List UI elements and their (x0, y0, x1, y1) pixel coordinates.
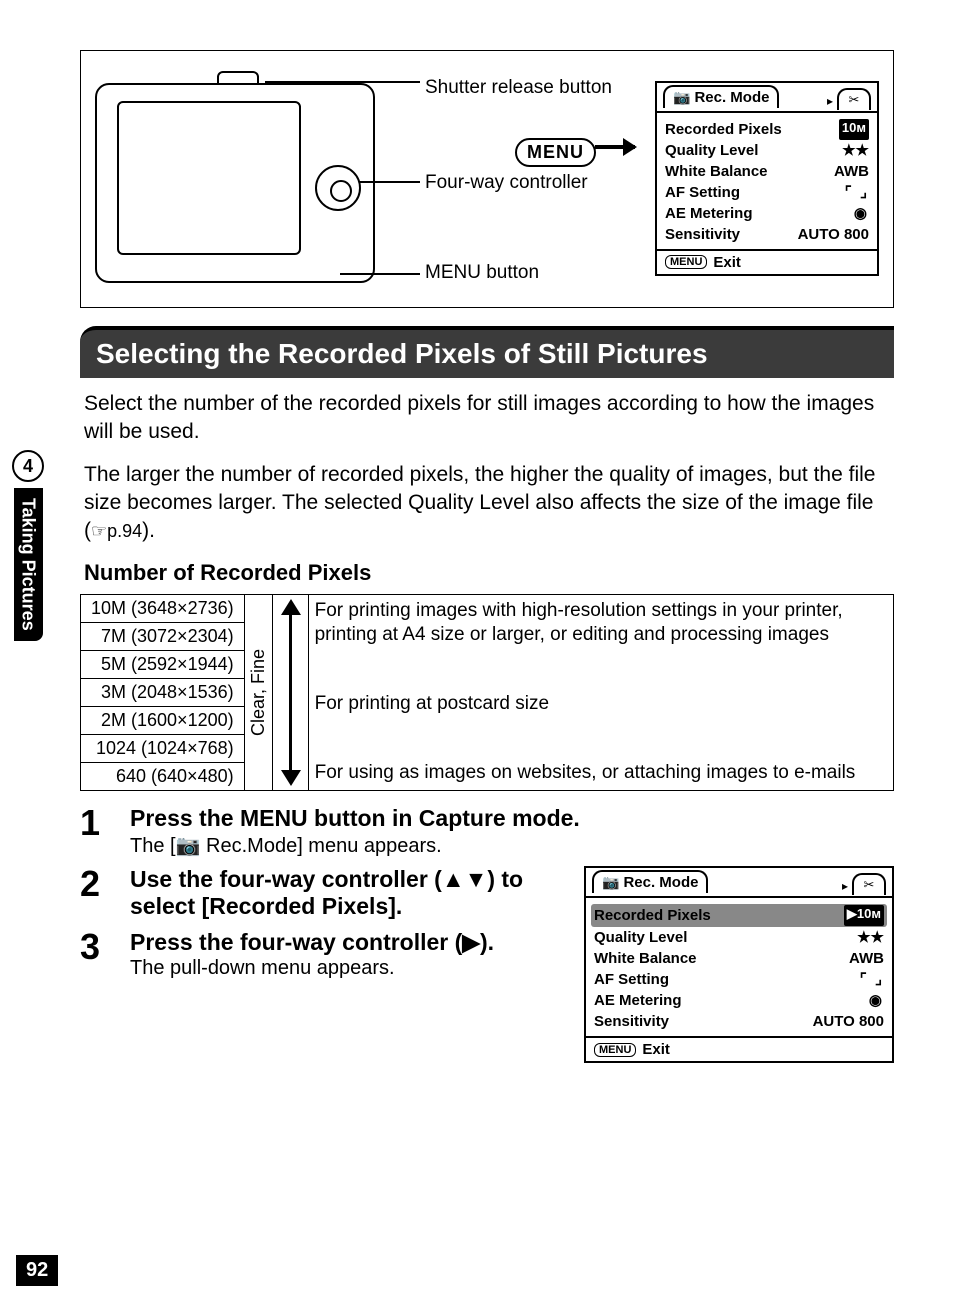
lcd-tabs: 📷 Rec. Mode ✂ (657, 83, 877, 113)
side-tab: 4 Taking Pictures (12, 450, 44, 641)
quality-arrow (273, 595, 309, 790)
table-row: 2M (1600×1200) (81, 707, 244, 735)
recorded-pixels-table: 10M (3648×2736) 7M (3072×2304) 5M (2592×… (80, 594, 894, 791)
diagram-left: Shutter release button MENU Four-way con… (95, 63, 635, 293)
body-paragraph: Select the number of the recorded pixels… (84, 390, 890, 447)
step-number: 1 (80, 805, 112, 841)
tools-icon: ✂ (849, 92, 860, 108)
fourway-icon (315, 165, 361, 211)
lcd-row: AE Metering◉ (594, 990, 884, 1011)
camera-icon: 📷 (176, 835, 201, 857)
table-row: 10M (3648×2736) (81, 595, 244, 623)
table-row: 1024 (1024×768) (81, 735, 244, 763)
tab-rec-mode: 📷 Rec. Mode (592, 870, 708, 893)
lcd-body: Recorded Pixels▶10ᴍ Quality Level★★ Whit… (586, 898, 892, 1036)
shutter-icon (217, 71, 259, 85)
arrow-down-icon (281, 770, 301, 786)
tab-tools: ✂ (837, 88, 871, 110)
exit-label: Exit (642, 1041, 670, 1058)
table-row: 7M (3072×2304) (81, 623, 244, 651)
exit-label: Exit (713, 254, 741, 271)
lcd-row: Recorded Pixels10ᴍ (665, 119, 869, 140)
quality-scale-label: Clear, Fine (245, 595, 273, 790)
pixel-size-column: 10M (3648×2736) 7M (3072×2304) 5M (2592×… (80, 595, 245, 790)
label-menu-button: MENU button (425, 263, 539, 284)
usage-desc: For printing at postcard size (315, 692, 887, 717)
lcd-footer: MENU Exit (586, 1036, 892, 1061)
leader-line (340, 273, 420, 275)
sub-heading: Number of Recorded Pixels (84, 560, 890, 586)
tools-icon: ✂ (864, 877, 875, 893)
lcd-tabs: 📷 Rec. Mode ✂ (586, 868, 892, 898)
camera-icon: 📷 (673, 89, 690, 106)
step-item: 1 Press the MENU button in Capture mode.… (80, 805, 894, 858)
steps-list: 1 Press the MENU button in Capture mode.… (80, 805, 894, 1063)
section-heading: Selecting the Recorded Pixels of Still P… (80, 326, 894, 378)
lcd-footer: MENU Exit (657, 249, 877, 274)
camera-diagram: Shutter release button MENU Four-way con… (80, 50, 894, 308)
step-item: 2 Use the four-way controller (▲▼) to se… (80, 866, 564, 921)
step-number: 2 (80, 866, 112, 902)
menu-chip: MENU (665, 255, 707, 269)
usage-desc: For printing images with high-resolution… (315, 599, 887, 648)
reference-icon: ☞p.94 (91, 521, 142, 541)
camera-illustration (95, 83, 375, 283)
usage-description-column: For printing images with high-resolution… (309, 595, 894, 790)
leader-line (265, 81, 420, 83)
lcd-wrap: 📷 Rec. Mode ✂ Recorded Pixels▶10ᴍ Qualit… (584, 866, 894, 1063)
step-subtext: The pull-down menu appears. (130, 957, 564, 980)
tab-label: Rec. Mode (694, 89, 769, 106)
lcd-row: AF Setting⌜ ⌟ (594, 969, 884, 990)
tab-rec-mode: 📷 Rec. Mode (663, 85, 779, 108)
lcd-row: SensitivityAUTO 800 (594, 1011, 884, 1032)
leader-line (360, 181, 420, 183)
table-row: 640 (640×480) (81, 763, 244, 790)
table-row: 3M (2048×1536) (81, 679, 244, 707)
step-title: Use the four-way controller (▲▼) to sele… (130, 866, 564, 919)
page-number: 92 (16, 1255, 58, 1286)
step-row-with-lcd: 2 Use the four-way controller (▲▼) to se… (80, 866, 894, 1063)
lcd-row: Quality Level★★ (665, 140, 869, 161)
chapter-label: Taking Pictures (14, 488, 43, 641)
body-paragraph: The larger the number of recorded pixels… (84, 461, 890, 546)
lcd-row: AF Setting⌜ ⌟ (665, 182, 869, 203)
label-shutter: Shutter release button (425, 78, 612, 99)
usage-desc: For using as images on websites, or atta… (315, 761, 887, 786)
step-title: Press the four-way controller (▶). (130, 929, 564, 955)
step-body: Press the MENU button in Capture mode. T… (130, 805, 894, 858)
menu-button-graphic: MENU (515, 138, 596, 167)
lcd-row: White BalanceAWB (594, 948, 884, 969)
lcd-row-selected: Recorded Pixels▶10ᴍ (591, 904, 887, 927)
manual-page: 4 Taking Pictures 92 Shutter release but… (0, 0, 954, 1314)
label-fourway: Four-way controller (425, 173, 588, 194)
camera-icon: 📷 (602, 874, 619, 891)
step-body: Use the four-way controller (▲▼) to sele… (130, 866, 564, 921)
menu-chip: MENU (594, 1043, 636, 1057)
step-subtext: The [📷 Rec.Mode] menu appears. (130, 833, 894, 858)
step-body: Press the four-way controller (▶). The p… (130, 929, 564, 980)
chapter-number: 4 (12, 450, 44, 482)
arrow-right-icon (595, 145, 635, 149)
lcd-row: White BalanceAWB (665, 161, 869, 182)
table-row: 5M (2592×1944) (81, 651, 244, 679)
step-item: 3 Press the four-way controller (▶). The… (80, 929, 564, 980)
arrow-line (289, 609, 292, 776)
lcd-body: Recorded Pixels10ᴍ Quality Level★★ White… (657, 113, 877, 249)
lcd-row: AE Metering◉ (665, 203, 869, 224)
step-number: 3 (80, 929, 112, 965)
tab-label: Rec. Mode (623, 874, 698, 891)
lcd-row: SensitivityAUTO 800 (665, 224, 869, 245)
step-title: Press the MENU button in Capture mode. (130, 805, 894, 831)
lcd-row: Quality Level★★ (594, 927, 884, 948)
lcd-screen-bottom: 📷 Rec. Mode ✂ Recorded Pixels▶10ᴍ Qualit… (584, 866, 894, 1063)
lcd-screen-top: 📷 Rec. Mode ✂ Recorded Pixels10ᴍ Quality… (655, 81, 879, 276)
tab-tools: ✂ (852, 873, 886, 895)
